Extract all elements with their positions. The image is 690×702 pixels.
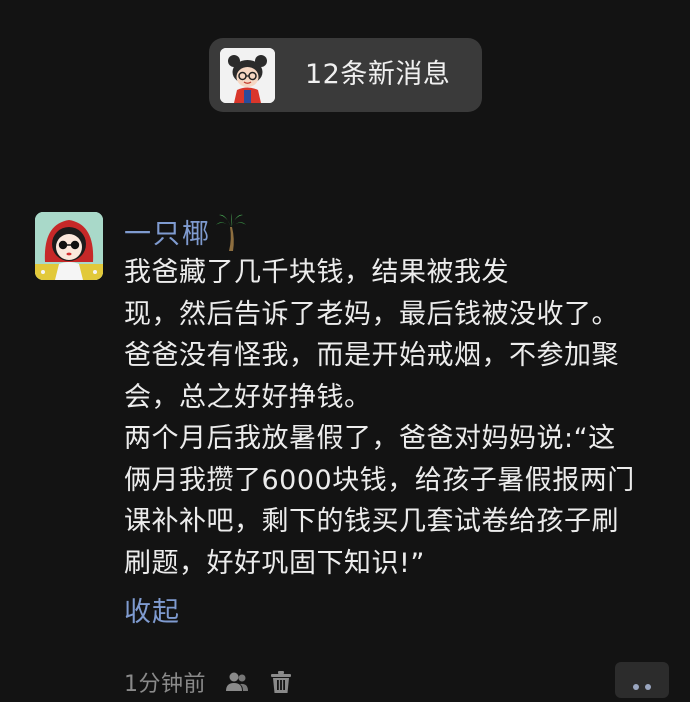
content-line: 会，总之好好挣钱。 — [124, 381, 372, 413]
cartoon-girl-avatar-icon — [220, 48, 275, 103]
more-button[interactable] — [615, 662, 669, 698]
trash-icon[interactable] — [268, 669, 294, 695]
people-icon[interactable] — [224, 669, 250, 695]
red-hood-girl-avatar-icon[interactable] — [35, 212, 103, 280]
content-line: 俩月我攒了6000块钱，给孩子暑假报两门 — [124, 464, 635, 496]
new-messages-label: 12条新消息 — [305, 59, 451, 90]
post-time: 1分钟前 — [124, 672, 206, 697]
content-line: 爸爸没有怪我，而是开始戒烟，不参加聚 — [124, 340, 619, 371]
new-messages-pill[interactable]: 12条新消息 — [209, 38, 482, 112]
content-line: 现，然后告诉了老妈，最后钱被没收了。 — [124, 298, 619, 330]
content-line: 两个月后我放暑假了，爸爸对妈妈说:“这 — [124, 423, 616, 454]
content-line: 课补补吧，剩下的钱买几套试卷给孩子刷 — [124, 506, 619, 537]
post-content: 我爸藏了几千块钱，结果被我发 现，然后告诉了老妈，最后钱被没收了。 爸爸没有怪我… — [124, 252, 664, 584]
post-footer: 1分钟前 — [124, 664, 294, 700]
content-line: 我爸藏了几千块钱，结果被我发 — [124, 257, 509, 288]
username[interactable]: 一只椰 — [124, 212, 211, 251]
more-icon — [631, 676, 653, 690]
username-row: 一只椰 — [124, 208, 247, 254]
collapse-link[interactable]: 收起 — [124, 592, 180, 633]
content-line: 刷题，好好巩固下知识!” — [124, 547, 425, 579]
palm-tree-icon — [215, 211, 247, 251]
